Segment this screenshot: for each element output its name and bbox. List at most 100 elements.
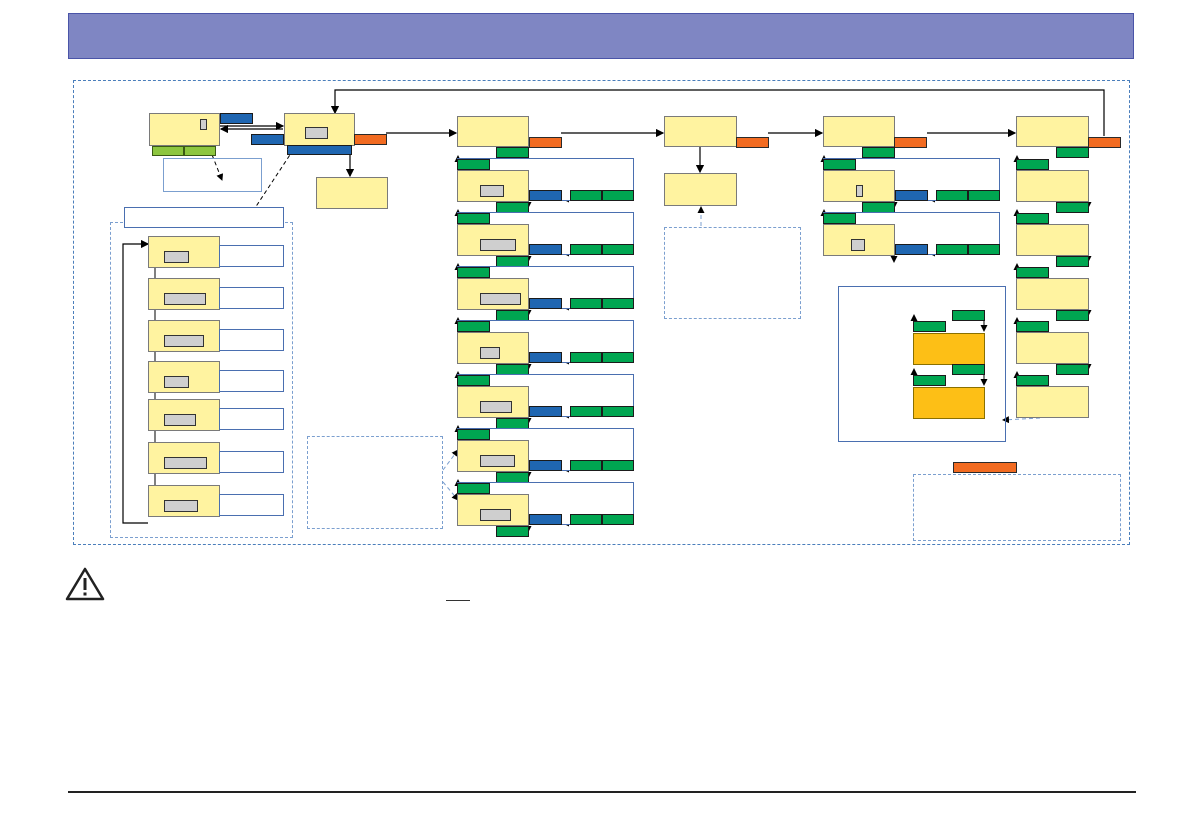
col3-item-5 [457,386,529,418]
col3-row-4-green-left [457,321,490,332]
menu-box-2-slot [305,127,328,139]
col5-item-1-green-2 [968,190,1000,201]
col5-item-2-blue-tab [895,244,928,255]
menu-box-4-sub [664,173,737,206]
settings-item-1-value [219,245,284,267]
col6-item-5 [1016,386,1089,418]
start-menu-box [149,113,220,146]
settings-item-4 [148,361,220,393]
col5-row-2-green-left [823,213,856,224]
settings-item-2-value [219,287,284,309]
col5-item-1-blue-tab [895,190,928,201]
col3-row-5-green-left [457,375,490,386]
menu-box-2-orange-tab [354,134,387,145]
legend-orange-swatch [953,462,1017,473]
col3-item-7 [457,494,529,526]
col6-row-4-green-left [1016,321,1049,332]
col6-item-3 [1016,278,1089,310]
settings-item-2-slot [164,293,206,305]
col3-item-3-blue-tab [529,298,562,309]
start-menu-slot [200,119,207,130]
col6-item-3-green-tab [1056,310,1089,321]
settings-item-1-slot [164,251,189,263]
settings-item-6 [148,442,220,474]
menu-box-6 [1016,116,1089,147]
col3-item-3 [457,278,529,310]
col5-item-2 [823,224,895,256]
col3-item-2-green-2 [602,244,634,255]
col3-row-7-green-left [457,483,490,494]
menu-box-6-orange-tab [1088,137,1121,148]
col3-item-5-blue-tab [529,406,562,417]
col5-item-2-green-1 [936,244,968,255]
col5-item-1-slot [856,185,863,197]
col3-row-2-green-left [457,213,490,224]
menu-box-5-orange-tab [894,137,927,148]
col6-row-3-green-left [1016,267,1049,278]
col5-item-2-green-2 [968,244,1000,255]
col3-item-7-slot [480,509,511,521]
settings-item-1 [148,236,220,268]
col3-item-6-green-2 [602,460,634,471]
settings-item-7 [148,485,220,517]
col6-row-1-green-left [1016,159,1049,170]
col3-item-3-slot [480,293,521,305]
gold-2-green-left [913,375,946,386]
settings-item-4-value [219,370,284,392]
col3-item-7-green-1 [570,514,602,525]
settings-item-3 [148,320,220,352]
col3-item-4 [457,332,529,364]
menu-box-3-orange-tab [529,137,562,148]
gold-item-2 [913,387,985,419]
note-box-col4 [664,227,801,319]
menu-box-2 [284,113,355,146]
col3-item-2-slot [480,239,516,251]
gold-1-green-right [952,310,985,321]
menu-box-5 [823,116,895,147]
col3-item-1-green-2 [602,190,634,201]
col6-item-4 [1016,332,1089,364]
col3-item-2-green-1 [570,244,602,255]
col6-item-1 [1016,170,1089,202]
footer-rule [68,791,1136,793]
note-box-col3 [307,436,443,529]
start-blue-tab [220,113,253,124]
settings-item-7-slot [164,500,198,512]
col3-row-1-green-left [457,159,490,170]
settings-item-6-value [219,451,284,473]
settings-item-5-value [219,408,284,430]
col6-item-4-green-tab [1056,364,1089,375]
col3-item-2-blue-tab [529,244,562,255]
col5-item-1-green-1 [936,190,968,201]
col3-item-7-green-2 [602,514,634,525]
col3-item-1-slot [480,185,504,197]
settings-item-7-value [219,494,284,516]
col3-item-6-slot [480,455,515,467]
col6-row-5-green-left [1016,375,1049,386]
col3-item-7-green-tab [496,526,529,537]
gold-item-1 [913,333,985,365]
col3-item-4-slot [480,347,500,359]
col3-item-3-green-2 [602,298,634,309]
warning-triangle-icon [65,567,105,601]
col3-item-4-green-1 [570,352,602,363]
col3-item-5-slot [480,401,512,413]
settings-item-3-value [219,329,284,351]
col3-item-4-green-2 [602,352,634,363]
col3-item-5-green-1 [570,406,602,417]
settings-item-5 [148,399,220,431]
col3-row-6-green-left [457,429,490,440]
menu-box-4-orange-tab [736,137,769,148]
col3-item-1-green-1 [570,190,602,201]
settings-item-4-slot [164,376,189,388]
col3-row-3-green-left [457,267,490,278]
warning-underline [446,600,470,601]
col3-item-6 [457,440,529,472]
col6-item-2-green-tab [1056,256,1089,267]
col6-row-2-green-left [1016,213,1049,224]
menu-box-2-blue-bottom [287,145,352,155]
col3-item-5-green-2 [602,406,634,417]
menu-box-3 [457,116,529,147]
col5-item-1 [823,170,895,202]
col3-item-1 [457,170,529,202]
